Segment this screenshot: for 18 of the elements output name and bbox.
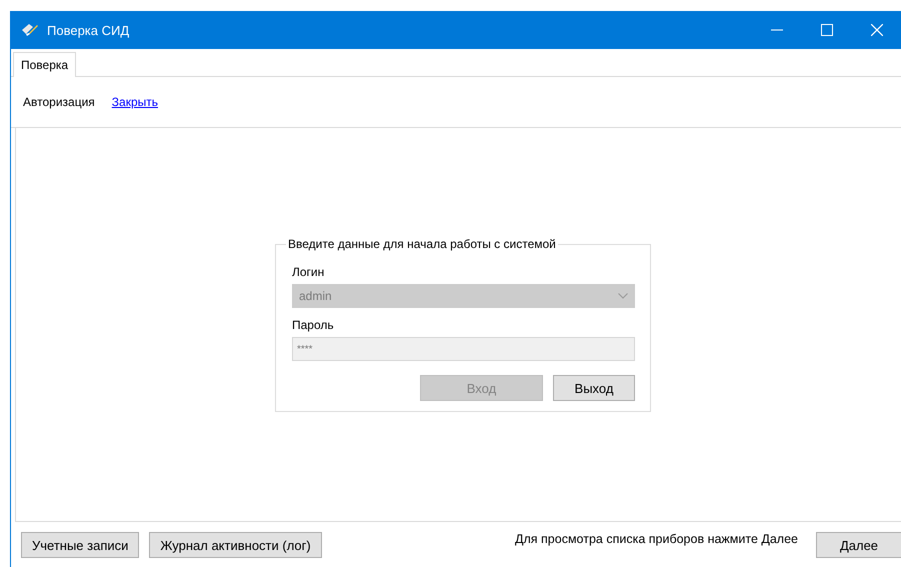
exit-button[interactable]: Выход	[553, 375, 635, 401]
group-title: Введите данные для начала работы с системой	[287, 237, 557, 251]
close-link[interactable]: Закрыть	[112, 95, 158, 109]
hint-text: Для просмотра списка приборов нажмите Далее	[515, 532, 798, 546]
pencil-icon	[21, 22, 39, 38]
field-label: Пароль	[292, 318, 335, 332]
maximize-icon	[821, 24, 833, 36]
section-label: Авторизация	[23, 95, 95, 109]
next-button[interactable]: Далее	[816, 532, 901, 558]
close-icon	[871, 24, 883, 36]
field-label: Логин	[292, 265, 326, 279]
activity-log-button[interactable]: Журнал активности (лог)	[149, 532, 322, 558]
accounts-button[interactable]: Учетные записи	[21, 532, 140, 558]
minimize-icon	[771, 29, 783, 31]
chevron-down-icon	[618, 293, 628, 299]
tab[interactable]: Поверка	[13, 52, 76, 77]
password-field[interactable]: ****	[292, 337, 635, 361]
window-title: Поверка СИД	[47, 22, 130, 38]
